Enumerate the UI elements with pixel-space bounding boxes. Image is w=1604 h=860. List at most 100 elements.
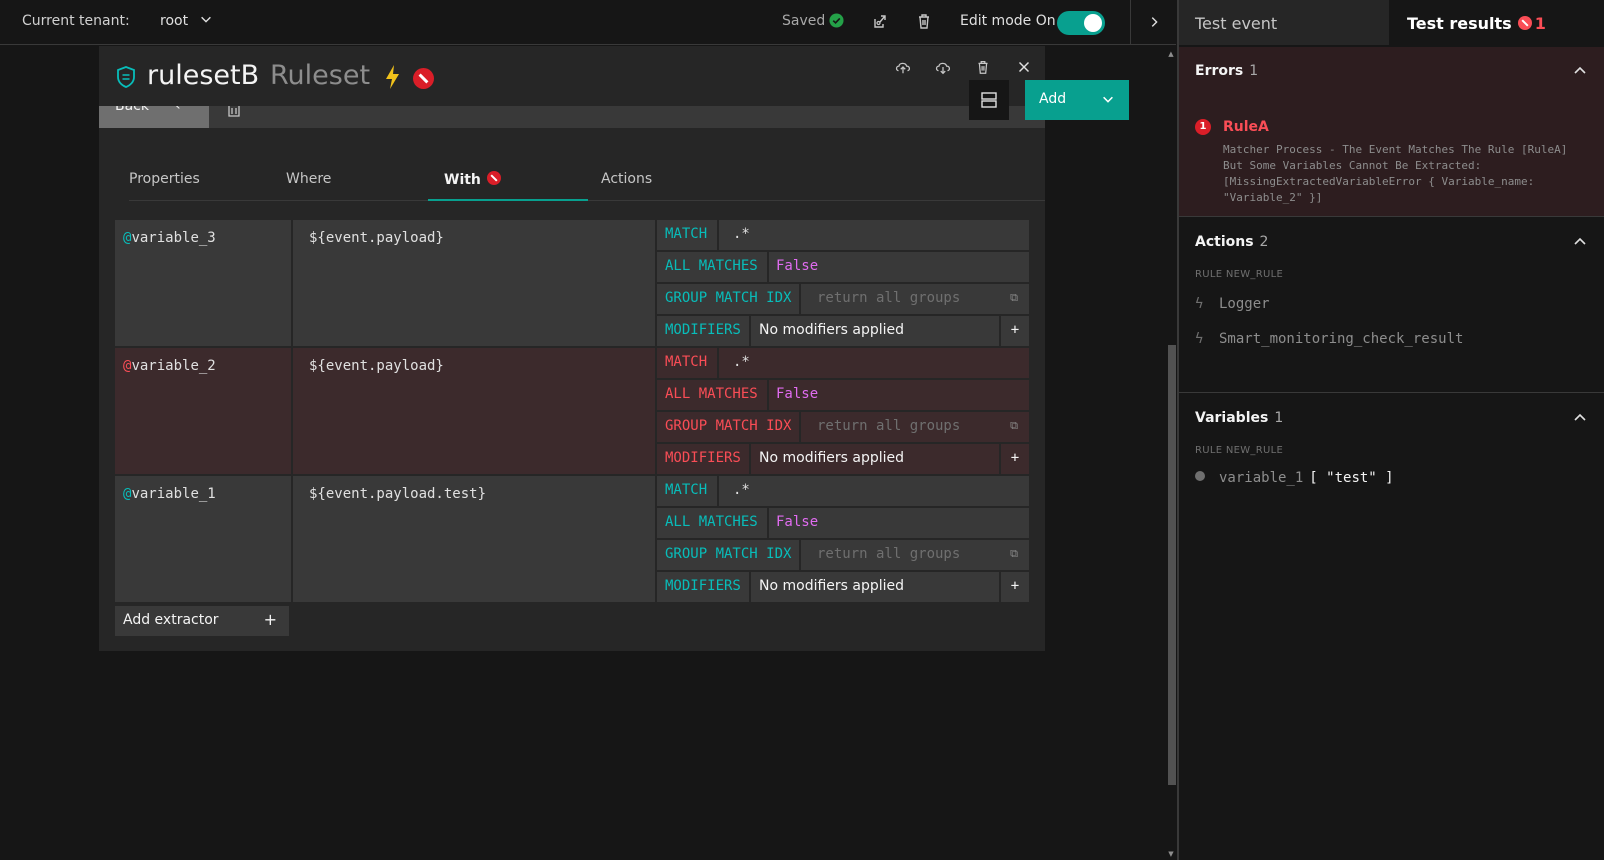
upload-icon[interactable] [894, 58, 912, 76]
group-match-row: GROUP MATCH IDX return all groups ⧉ [657, 284, 1029, 314]
bullet-icon [1195, 471, 1205, 481]
extractor-variable-name[interactable]: @variable_2 [115, 348, 291, 474]
test-panel-tabs: Test event Test results 1 [1179, 0, 1604, 45]
extractor-source[interactable]: ${event.payload} [293, 348, 655, 474]
add-button[interactable]: Add [1025, 80, 1129, 120]
modifiers-row: MODIFIERS No modifiers applied + [657, 316, 1029, 346]
tenant-select[interactable]: root [160, 13, 188, 29]
download-icon[interactable] [934, 58, 952, 76]
export-icon[interactable] [870, 11, 890, 31]
all-matches-key: ALL MATCHES [665, 258, 758, 274]
back-button[interactable]: Back ‹ [99, 106, 209, 128]
section-title: Variables [1195, 410, 1269, 426]
extractor-row: @variable_3 ${event.payload} MATCH .* ALL… [115, 220, 1029, 346]
lightning-icon: ϟ [1195, 331, 1204, 347]
tab-test-results[interactable]: Test results 1 [1391, 0, 1604, 45]
chevron-up-icon[interactable] [1572, 234, 1588, 250]
divider [717, 220, 719, 250]
extractor-variable-name[interactable]: @variable_3 [115, 220, 291, 346]
chevron-up-icon[interactable] [1572, 63, 1588, 79]
match-input[interactable]: .* [733, 226, 750, 242]
match-row: MATCH .* [657, 220, 1029, 250]
editor-tabs: Properties Where With Actions [129, 161, 1045, 201]
group-icon[interactable]: ⧉ [999, 412, 1029, 442]
extractor-source[interactable]: ${event.payload.test} [293, 476, 655, 602]
group-match-key: GROUP MATCH IDX [665, 546, 792, 562]
edit-mode-label: Edit mode On [960, 13, 1056, 29]
group-icon[interactable]: ⧉ [999, 540, 1029, 570]
match-input[interactable]: .* [733, 482, 750, 498]
tab-test-event[interactable]: Test event [1179, 0, 1389, 45]
lightning-icon [386, 65, 399, 89]
actions-header[interactable]: Actions 2 [1195, 234, 1268, 250]
add-modifier-button[interactable]: + [999, 572, 1029, 602]
plus-icon: + [263, 610, 277, 629]
errors-header[interactable]: Errors 1 [1195, 63, 1258, 79]
section-title: Actions [1195, 234, 1254, 250]
card-header: rulesetB Ruleset [99, 46, 1045, 106]
chevron-up-icon[interactable] [1572, 410, 1588, 426]
all-matches-value[interactable]: False [776, 258, 818, 274]
errors-section: Errors 1 1 RuleA Matcher Process - The Ev… [1179, 47, 1604, 217]
scroll-down-arrow[interactable]: ▼ [1167, 850, 1175, 858]
close-icon[interactable] [1015, 58, 1033, 76]
edit-mode-toggle[interactable] [1057, 11, 1105, 35]
trash-icon[interactable] [914, 11, 934, 31]
tab-actions[interactable]: Actions [601, 161, 761, 201]
divider [749, 316, 751, 346]
scrollbar-thumb[interactable] [1168, 345, 1176, 785]
all-matches-row: ALL MATCHES False [657, 380, 1029, 410]
section-count: 2 [1259, 234, 1269, 250]
match-row: MATCH .* [657, 348, 1029, 378]
trash-icon[interactable] [227, 106, 241, 118]
collapse-panel-button[interactable] [1130, 0, 1176, 45]
add-extractor-button[interactable]: Add extractor + [115, 606, 289, 636]
tab-with[interactable]: With [428, 161, 588, 201]
modifiers-value: No modifiers applied [759, 578, 905, 594]
layout-toggle-button[interactable] [969, 80, 1009, 120]
section-title: Errors [1195, 63, 1244, 79]
group-match-input[interactable]: return all groups [817, 290, 960, 306]
variable-item: variable_1 [ "test" ] [1195, 470, 1394, 486]
group-match-key: GROUP MATCH IDX [665, 418, 792, 434]
tab-where[interactable]: Where [286, 161, 446, 201]
variables-header[interactable]: Variables 1 [1195, 410, 1283, 426]
all-matches-value[interactable]: False [776, 514, 818, 530]
divider [717, 348, 719, 378]
add-button-label: Add [1039, 91, 1067, 107]
modifiers-row: MODIFIERS No modifiers applied + [657, 572, 1029, 602]
trash-icon[interactable] [974, 58, 992, 76]
divider [767, 380, 769, 410]
modifiers-key: MODIFIERS [665, 578, 741, 594]
error-rule-name[interactable]: RuleA [1223, 119, 1269, 135]
toggle-knob [1084, 14, 1102, 32]
tab-label: Where [286, 171, 332, 187]
scroll-up-arrow[interactable]: ▲ [1167, 50, 1175, 58]
add-modifier-button[interactable]: + [999, 316, 1029, 346]
tab-label: Test event [1195, 14, 1278, 33]
divider [767, 508, 769, 538]
divider [767, 252, 769, 282]
chevron-down-icon [1103, 96, 1113, 103]
tab-label: Properties [129, 171, 200, 187]
error-icon [413, 68, 434, 89]
variable-name: variable_2 [131, 358, 216, 374]
back-strip: Back ‹ [99, 106, 1045, 128]
extractor-variable-name[interactable]: @variable_1 [115, 476, 291, 602]
tab-properties[interactable]: Properties [129, 161, 289, 201]
all-matches-key: ALL MATCHES [665, 386, 758, 402]
extractor-source[interactable]: ${event.payload} [293, 220, 655, 346]
split-view-icon [981, 92, 997, 108]
extractor-row: @variable_1 ${event.payload.test} MATCH.… [115, 476, 1029, 602]
group-match-row: GROUP MATCH IDX return all groups ⧉ [657, 412, 1029, 442]
group-match-input[interactable]: return all groups [817, 418, 960, 434]
chevron-down-icon[interactable] [199, 12, 213, 26]
match-input[interactable]: .* [733, 354, 750, 370]
group-icon[interactable]: ⧉ [999, 284, 1029, 314]
all-matches-value[interactable]: False [776, 386, 818, 402]
divider [799, 412, 801, 442]
error-message: Matcher Process - The Event Matches The … [1223, 143, 1568, 204]
group-match-input[interactable]: return all groups [817, 546, 960, 562]
action-name: Logger [1219, 296, 1270, 312]
add-modifier-button[interactable]: + [999, 444, 1029, 474]
